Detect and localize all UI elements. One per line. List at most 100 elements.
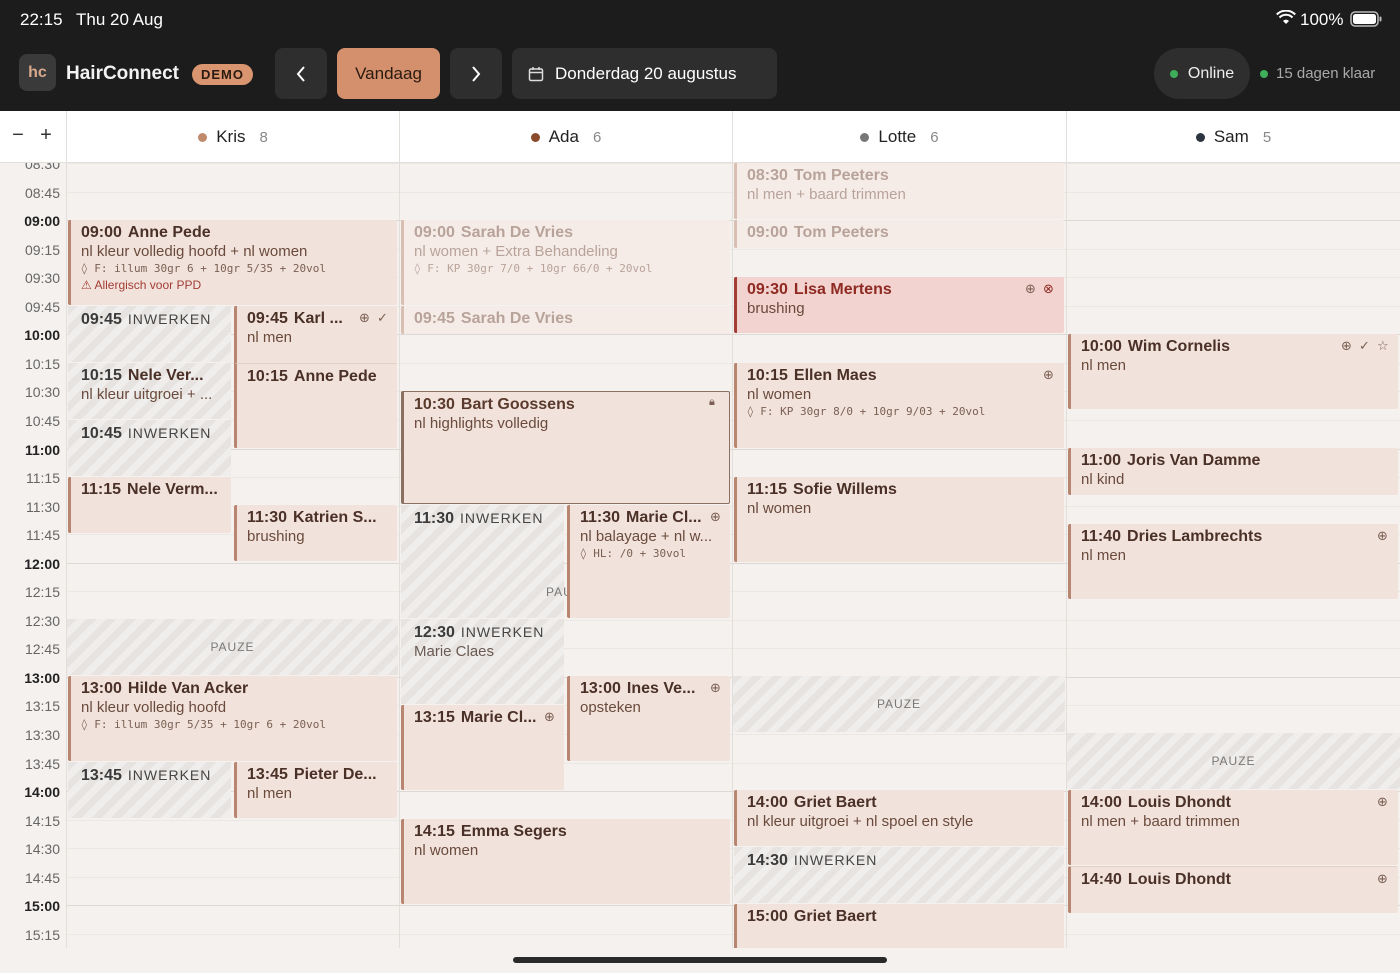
appointment-card[interactable]: 11:40 Dries Lambrechts nl men ⊕ [1068, 524, 1398, 599]
appointment-card[interactable]: 09:45 Sarah De Vries [401, 306, 730, 334]
appointment-card[interactable]: 13:45 Pieter De... nl men [234, 762, 397, 818]
demo-badge: DEMO [192, 64, 253, 85]
staff-column-sam[interactable]: Sam 5 [1066, 111, 1400, 163]
appointment-card[interactable]: 13:00 Hilde Van Acker nl kleur volledig h… [68, 676, 397, 761]
zoom-out-button[interactable]: − [8, 124, 28, 147]
client-name: Ines Ve... [626, 680, 696, 697]
break-block[interactable]: PAUZE [733, 676, 1065, 732]
break-block[interactable]: PAUZE [1067, 733, 1400, 789]
check-icon: ✓ [377, 310, 388, 325]
appointment-card[interactable]: 09:00 Anne Pede nl kleur volledig hoofd +… [68, 220, 397, 305]
staff-column-ada[interactable]: Ada 6 [399, 111, 732, 163]
appointment-card[interactable]: 11:30 Marie Cl... nl balayage + nl w... ◊… [567, 505, 730, 618]
client-name: Louis Dhondt [1127, 871, 1232, 888]
appointment-time: 10:00 [1081, 338, 1122, 355]
prev-day-button[interactable] [275, 48, 327, 99]
service-label: nl men [247, 329, 293, 346]
appointment-card[interactable]: 11:15 Sofie Willems nl women [734, 477, 1064, 562]
appointment-card-selected[interactable]: 10:30 Bart Goossens nl highlights volledi… [401, 391, 730, 504]
staff-column-lotte[interactable]: Lotte 6 [732, 111, 1066, 163]
wifi-icon [1276, 9, 1296, 31]
grid-line [66, 163, 1400, 164]
appointment-card[interactable]: 14:15 Emma Segers nl women [401, 819, 730, 904]
column-divider [732, 163, 733, 948]
appointment-card[interactable]: 09:00 Tom Peeters [734, 220, 1064, 248]
column-divider [66, 163, 67, 948]
appointment-card[interactable]: 10:00 Wim Cornelis nl men ⊕ ✓ ☆ [1068, 334, 1398, 409]
appointment-time: 11:40 [1081, 528, 1122, 545]
today-button[interactable]: Vandaag [337, 48, 440, 99]
time-label: 12:15 [24, 584, 60, 601]
appointment-card[interactable]: 11:30 Katrien S... brushing [234, 505, 397, 561]
service-label: nl highlights volledig [414, 415, 549, 432]
appointment-card[interactable]: 11:00 Joris Van Damme nl kind [1068, 448, 1398, 495]
appointment-card[interactable]: 13:00 Ines Ve... opsteken ⊕ [567, 676, 730, 761]
appointment-card[interactable]: 09:00 Sarah De Vries nl women + Extra Beh… [401, 220, 730, 305]
training-block[interactable]: 09:45 INWERKEN [68, 306, 231, 362]
appointment-card[interactable]: 14:00 Griet Baert nl kleur uitgroei + nl … [734, 790, 1064, 846]
calendar-icon [528, 66, 544, 81]
client-name: Katrien S... [293, 509, 377, 526]
appointment-time: 10:15 [747, 367, 788, 384]
appointment-card[interactable]: 14:40 Louis Dhondt ⊕ [1068, 866, 1398, 913]
online-status-button[interactable]: Online [1154, 48, 1250, 99]
appointment-card[interactable]: 11:15 Nele Verm... [68, 477, 231, 533]
client-name: Lisa Mertens [793, 281, 892, 298]
training-block[interactable]: 13:45 INWERKEN [68, 762, 231, 818]
appointment-time: 09:00 [81, 224, 122, 241]
training-block[interactable]: 10:45 INWERKEN [68, 420, 231, 476]
zoom-in-button[interactable]: + [36, 124, 56, 147]
app-name: HairConnect [66, 63, 179, 84]
training-block[interactable]: 12:30 INWERKEN Marie Claes [401, 619, 564, 704]
block-time: 11:30 [414, 510, 455, 527]
service-label: nl women + Extra Behandeling [414, 243, 618, 260]
chevron-left-icon [296, 65, 305, 82]
appointment-time: 10:15 [81, 367, 122, 384]
block-label: INWERKEN [127, 425, 212, 441]
break-block[interactable]: PAUZE [67, 619, 398, 675]
appointment-time: 13:15 [414, 709, 455, 726]
appointment-time: 10:15 [247, 368, 288, 385]
appointment-card[interactable]: 10:15 Anne Pede [234, 363, 397, 448]
date-picker-button[interactable]: Donderdag 20 augustus [512, 48, 777, 99]
chevron-right-icon [472, 65, 481, 82]
drop-icon: ◊ [81, 718, 95, 731]
battery-icon [1350, 11, 1382, 32]
appointment-card[interactable]: 08:30 Tom Peeters nl men + baard trimmen [734, 163, 1064, 219]
globe-icon: ⊕ [359, 310, 370, 325]
appointment-card[interactable]: 10:15 Nele Ver... nl kleur uitgroei + ... [68, 363, 231, 419]
appointment-time: 11:15 [81, 481, 122, 498]
appointment-card[interactable]: 14:00 Louis Dhondt nl men + baard trimmen… [1068, 790, 1398, 865]
staff-name: Kris [216, 127, 246, 146]
appointment-card[interactable]: 15:00 Griet Baert [734, 904, 1064, 948]
top-bar: hc HairConnect DEMO Vandaag Donderdag 20… [0, 36, 1400, 111]
block-time: 10:45 [81, 425, 122, 442]
appointment-card[interactable]: 13:15 Marie Cl... ⊕ [401, 705, 564, 790]
time-label: 10:45 [24, 412, 60, 429]
allergy-warning: Allergisch voor PPD [94, 278, 202, 292]
appointment-time: 11:30 [580, 509, 621, 526]
next-day-button[interactable] [450, 48, 502, 99]
service-label: nl kleur uitgroei + ... [81, 386, 213, 403]
service-label: nl men [247, 785, 293, 802]
client-name: Anne Pede [127, 224, 211, 241]
lock-icon: 🔒︎ [709, 396, 715, 408]
client-name: Dries Lambrechts [1127, 528, 1263, 545]
client-name: Nele Ver... [127, 367, 204, 384]
training-block[interactable]: 11:30 INWERKEN PAU [401, 505, 572, 618]
time-label: 09:30 [24, 270, 60, 287]
client-name: Tom Peeters [793, 224, 889, 241]
appointment-card-cancelled[interactable]: 09:30 Lisa Mertens brushing ⊕ ⊗ [734, 277, 1064, 333]
staff-column-kris[interactable]: Kris 8 [66, 111, 399, 163]
grid-line [66, 933, 1400, 935]
block-time: 14:30 [747, 852, 788, 869]
status-time: 22:15 [20, 10, 63, 29]
staff-dot [860, 132, 870, 142]
home-indicator[interactable] [513, 957, 887, 963]
service-label: brushing [247, 528, 305, 545]
training-block[interactable]: 14:30 INWERKEN [734, 847, 1064, 903]
appointment-time: 11:00 [1081, 452, 1122, 469]
appointment-card[interactable]: 10:15 Ellen Maes nl women ◊ F: KP 30gr 8/… [734, 363, 1064, 448]
block-label: INWERKEN [127, 311, 212, 327]
globe-icon: ⊕ [710, 680, 721, 695]
